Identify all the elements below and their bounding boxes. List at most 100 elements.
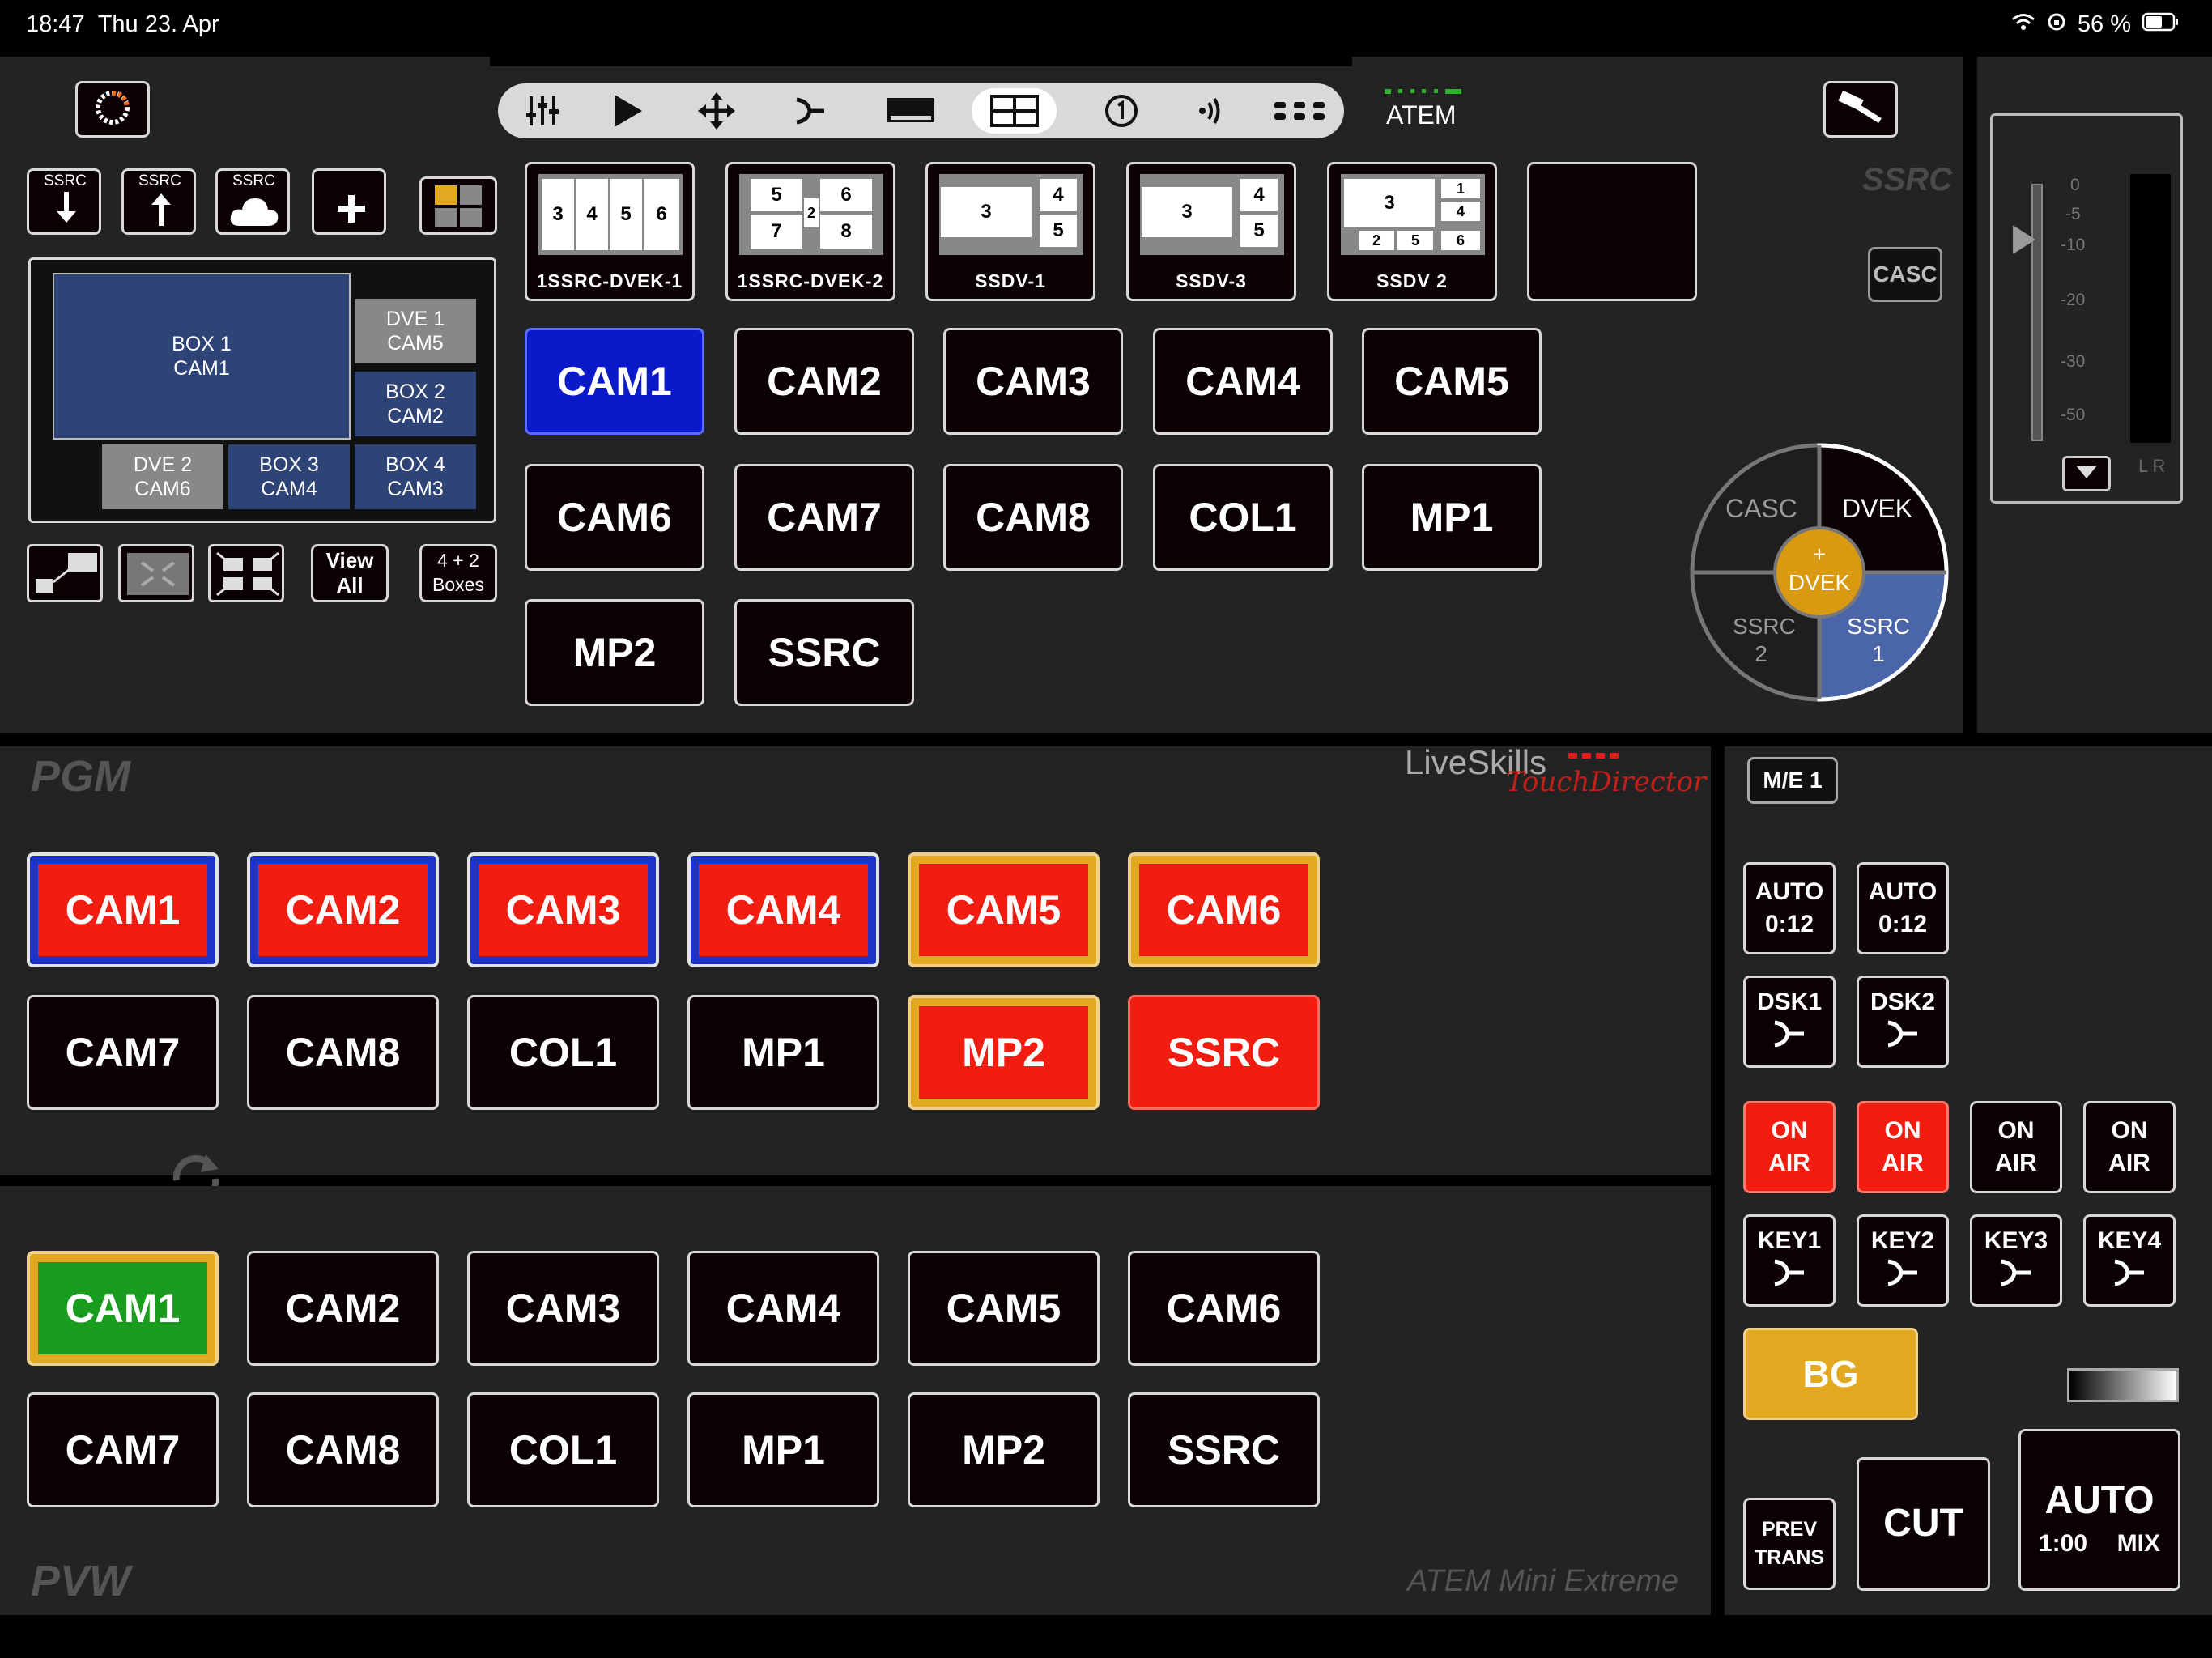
casc-button[interactable]: CASC (1868, 247, 1942, 302)
ssrc-source-cam1[interactable]: CAM1 (525, 328, 704, 435)
pvw-ssrc[interactable]: SSRC (1128, 1392, 1320, 1507)
auto-mix-button[interactable]: AUTO 1:00 MIX (2018, 1429, 2180, 1591)
pvw-cam8[interactable]: CAM8 (247, 1392, 439, 1507)
ssrc-source-cam5[interactable]: CAM5 (1362, 328, 1542, 435)
add-folder-button[interactable] (312, 168, 386, 235)
key3-on-air[interactable]: ON AIR (1970, 1101, 2062, 1193)
preset-ssdv-2[interactable]: 3 1 4 2 5 6 SSDV 2 (1327, 162, 1497, 301)
pgm-ssrc[interactable]: SSRC (1128, 995, 1320, 1110)
auto-dsk2-button[interactable]: AUTO 0:12 (1857, 862, 1949, 954)
box4-cam3[interactable]: BOX 4 CAM3 (355, 444, 476, 509)
layout-grid-button[interactable] (419, 176, 497, 235)
ssrc-source-mp2[interactable]: MP2 (525, 599, 704, 706)
key2-on-air[interactable]: ON AIR (1857, 1101, 1949, 1193)
prev-trans-button[interactable]: PREV TRANS (1743, 1498, 1836, 1590)
bg-button[interactable]: BG (1743, 1328, 1918, 1420)
box2-cam2[interactable]: BOX 2 CAM2 (355, 372, 476, 436)
preset-ssdv-3[interactable]: 3 4 5 SSDV-3 (1126, 162, 1296, 301)
ssrc-source-cam3[interactable]: CAM3 (943, 328, 1123, 435)
dve2-cam6[interactable]: DVE 2 CAM6 (102, 444, 223, 509)
key1-on-air[interactable]: ON AIR (1743, 1101, 1836, 1193)
pgm-cam3[interactable]: CAM3 (467, 852, 659, 967)
dial-center-add-dvek[interactable]: + DVEK (1777, 540, 1861, 597)
pgm-col1[interactable]: COL1 (467, 995, 659, 1110)
dial-ssrc2[interactable]: SSRC 2 (1733, 613, 1796, 667)
cut-button[interactable]: CUT (1857, 1457, 1990, 1591)
ssrc-source-mp1[interactable]: MP1 (1362, 464, 1542, 571)
dial-ssrc1[interactable]: SSRC 1 (1842, 613, 1915, 667)
pgm-cam1[interactable]: CAM1 (27, 852, 219, 967)
status-time: 18:47 Thu 23. Apr (26, 11, 219, 37)
ssrc-source-ssrc[interactable]: SSRC (734, 599, 914, 706)
meter-scale-5: -5 (2065, 205, 2081, 223)
connection-button[interactable] (75, 81, 150, 138)
dsk2-button[interactable]: DSK2 (1857, 976, 1949, 1068)
fader-handle[interactable] (2013, 225, 2035, 254)
mode-toolbar (498, 83, 1344, 138)
key2-button[interactable]: KEY2 (1857, 1214, 1949, 1307)
key4-on-air[interactable]: ON AIR (2083, 1101, 2176, 1193)
pgm-cam7[interactable]: CAM7 (27, 995, 219, 1110)
pvw-cam5[interactable]: CAM5 (908, 1251, 1100, 1366)
box1-cam1[interactable]: BOX 1 CAM1 (53, 273, 351, 440)
pgm-cam4[interactable]: CAM4 (687, 852, 879, 967)
ssrc-source-col1[interactable]: COL1 (1153, 464, 1333, 571)
ssrc-source-cam6[interactable]: CAM6 (525, 464, 704, 571)
pvw-cam3[interactable]: CAM3 (467, 1251, 659, 1366)
transition-slider[interactable] (2067, 1368, 2179, 1402)
ssrc-layout-icon[interactable] (972, 88, 1057, 134)
audio-icon[interactable] (1182, 83, 1239, 138)
pgm-cam2[interactable]: CAM2 (247, 852, 439, 967)
number-one-icon[interactable] (1093, 83, 1150, 138)
boxes-mode-button[interactable]: 4 + 2 Boxes (419, 544, 497, 602)
layout-swap-button[interactable] (27, 544, 103, 602)
preset-empty-slot[interactable] (1527, 162, 1697, 301)
preset-ssdv-1[interactable]: 3 4 5 SSDV-1 (925, 162, 1095, 301)
view-all-button[interactable]: View All (311, 544, 389, 602)
dial-casc[interactable]: CASC (1725, 494, 1797, 524)
pvw-col1[interactable]: COL1 (467, 1392, 659, 1507)
me1-selector[interactable]: M/E 1 (1747, 757, 1838, 804)
tools-button[interactable] (1823, 81, 1898, 138)
move-icon[interactable] (688, 83, 745, 138)
dsk1-button[interactable]: DSK1 (1743, 976, 1836, 1068)
pvw-cam7[interactable]: CAM7 (27, 1392, 219, 1507)
pgm-cam8[interactable]: CAM8 (247, 995, 439, 1110)
play-icon[interactable] (599, 83, 656, 138)
auto-dsk1-button[interactable]: AUTO 0:12 (1743, 862, 1836, 954)
preset-1ssrc-dvek-2[interactable]: 5 6 7 8 2 1SSRC-DVEK-2 (725, 162, 895, 301)
dve1-cam5[interactable]: DVE 1 CAM5 (355, 299, 476, 363)
pvw-cam2[interactable]: CAM2 (247, 1251, 439, 1366)
pvw-cam6[interactable]: CAM6 (1128, 1251, 1320, 1366)
pvw-mp2[interactable]: MP2 (908, 1392, 1100, 1507)
pgm-cam5[interactable]: CAM5 (908, 852, 1100, 967)
ssrc-upload-button[interactable]: SSRC (121, 168, 196, 235)
key3-button[interactable]: KEY3 (1970, 1214, 2062, 1307)
dial-dvek[interactable]: DVEK (1842, 494, 1912, 524)
transition-icon[interactable] (781, 83, 838, 138)
ssrc-source-cam2[interactable]: CAM2 (734, 328, 914, 435)
box3-cam4[interactable]: BOX 3 CAM4 (228, 444, 350, 509)
ssrc-cloud-button[interactable]: SSRC (215, 168, 290, 235)
pvw-cam1[interactable]: CAM1 (27, 1251, 219, 1366)
pgm-mp2[interactable]: MP2 (908, 995, 1100, 1110)
layout-shrink-button[interactable] (118, 544, 194, 602)
dots-grid-icon[interactable] (1263, 83, 1336, 138)
ssrc-upload-label: SSRC (138, 172, 181, 189)
layout-expand-button[interactable] (208, 544, 284, 602)
sliders-icon[interactable] (514, 83, 571, 138)
pvw-cam4[interactable]: CAM4 (687, 1251, 879, 1366)
ssrc-source-cam4[interactable]: CAM4 (1153, 328, 1333, 435)
device-name: ATEM Mini Extreme (1407, 1564, 1679, 1598)
key1-button[interactable]: KEY1 (1743, 1214, 1836, 1307)
ssrc-source-cam8[interactable]: CAM8 (943, 464, 1123, 571)
meter-dropdown-button[interactable] (2062, 456, 2111, 491)
preset-1ssrc-dvek-1[interactable]: 3 4 5 6 1SSRC-DVEK-1 (525, 162, 695, 301)
key4-button[interactable]: KEY4 (2083, 1214, 2176, 1307)
ssrc-source-cam7[interactable]: CAM7 (734, 464, 914, 571)
pgm-mp1[interactable]: MP1 (687, 995, 879, 1110)
keyer-icon[interactable] (878, 83, 943, 138)
ssrc-download-button[interactable]: SSRC (27, 168, 101, 235)
pvw-mp1[interactable]: MP1 (687, 1392, 879, 1507)
pgm-cam6[interactable]: CAM6 (1128, 852, 1320, 967)
